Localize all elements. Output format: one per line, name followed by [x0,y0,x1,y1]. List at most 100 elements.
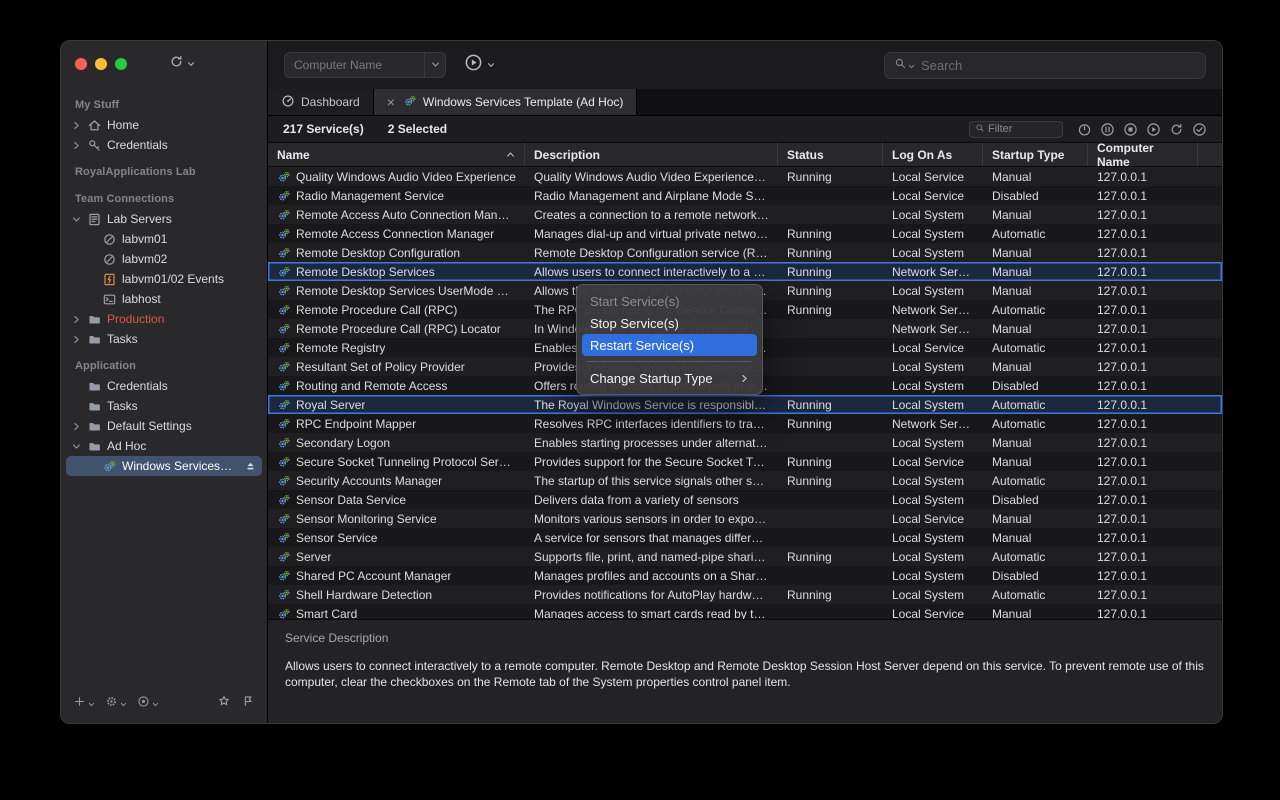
table-row[interactable]: Quality Windows Audio Video ExperienceQu… [268,167,1222,186]
close-window-button[interactable] [75,58,87,70]
zoom-window-button[interactable] [115,58,127,70]
service-logon-cell: Local System [883,376,983,395]
start-button[interactable] [1146,122,1161,137]
sidebar-item-windows-services[interactable]: Windows Services… [66,456,262,476]
chevron-right-icon[interactable] [71,335,82,344]
folder-icon [87,399,102,414]
menu-item-start-service: Start Service(s) [582,290,757,312]
service-description-cell: Creates a connection to a remote network… [525,205,778,224]
minimize-window-button[interactable] [95,58,107,70]
table-row[interactable]: Smart CardManages access to smart cards … [268,604,1222,619]
service-name-cell: Resultant Set of Policy Provider [268,357,525,376]
tab-dashboard[interactable]: Dashboard [268,89,374,115]
row-filler [1198,566,1222,585]
service-computer-cell: 127.0.0.1 [1088,395,1198,414]
row-filler [1198,547,1222,566]
menu-separator [587,361,752,362]
row-filler [1198,338,1222,357]
chevron-right-icon[interactable] [71,121,82,130]
row-filler [1198,490,1222,509]
table-row[interactable]: Remote Desktop ConfigurationRemote Deskt… [268,243,1222,262]
sidebar-item-lab-servers[interactable]: Lab Servers [66,209,262,229]
sidebar-item-tasks[interactable]: Tasks [66,396,262,416]
service-startup-cell: Disabled [983,376,1088,395]
sidebar-item-label: Credentials [107,379,168,393]
settings-button[interactable] [105,695,127,713]
column-header-computer-name[interactable]: Computer Name [1088,143,1198,166]
sidebar-item-default-settings[interactable]: Default Settings [66,416,262,436]
service-gears-icon [277,360,291,374]
service-logon-cell: Local System [883,471,983,490]
menu-item-restart-service[interactable]: Restart Service(s) [582,334,757,356]
stop-button[interactable] [1123,122,1138,137]
sidebar-item-label: labvm01 [122,232,167,246]
menu-item-stop-service[interactable]: Stop Service(s) [582,312,757,334]
table-row[interactable]: Sensor Data ServiceDelivers data from a … [268,490,1222,509]
sidebar-item-ad-hoc[interactable]: Ad Hoc [66,436,262,456]
row-filler [1198,395,1222,414]
chevron-right-icon[interactable] [71,422,82,431]
service-logon-cell: Local System [883,433,983,452]
table-row[interactable]: Remote Access Auto Connection ManagerCre… [268,205,1222,224]
restart-button[interactable] [1169,122,1184,137]
sidebar-item-labvm02[interactable]: labvm02 [66,249,262,269]
table-row[interactable]: Secure Socket Tunneling Protocol Service… [268,452,1222,471]
sidebar-item-labvm01[interactable]: labvm01 [66,229,262,249]
table-row[interactable]: Shared PC Account ManagerManages profile… [268,566,1222,585]
table-row[interactable]: Royal ServerThe Royal Windows Service is… [268,395,1222,414]
service-computer-cell: 127.0.0.1 [1088,262,1198,281]
chevron-right-icon[interactable] [71,315,82,324]
column-header-description[interactable]: Description [525,143,778,166]
table-row[interactable]: RPC Endpoint MapperResolves RPC interfac… [268,414,1222,433]
sidebar-item-production[interactable]: Production [66,309,262,329]
sidebar-item-labvm01-02-events[interactable]: labvm01/02 Events [66,269,262,289]
service-name-cell: Radio Management Service [268,186,525,205]
service-description-cell: The startup of this service signals othe… [525,471,778,490]
chevron-down-icon[interactable] [71,215,82,224]
accounts-button[interactable] [137,695,159,713]
search-input[interactable]: Search [884,52,1206,79]
power-button[interactable] [1077,122,1092,137]
row-filler [1198,262,1222,281]
sidebar-item-credentials[interactable]: Credentials [66,376,262,396]
sidebar-item-home[interactable]: Home [66,115,262,135]
service-name-cell: Quality Windows Audio Video Experience [268,167,525,186]
table-row[interactable]: Remote Access Connection ManagerManages … [268,224,1222,243]
sidebar-item-tasks[interactable]: Tasks [66,329,262,349]
tab-windows-services-template[interactable]: × Windows Services Template (Ad Hoc) [374,89,638,115]
sidebar-item-credentials[interactable]: Credentials [66,135,262,155]
table-row[interactable]: ServerSupports file, print, and named-pi… [268,547,1222,566]
table-row[interactable]: Security Accounts ManagerThe startup of … [268,471,1222,490]
connect-button[interactable] [169,54,195,74]
filter-input[interactable]: Filter [969,121,1063,138]
chevron-right-icon[interactable] [71,141,82,150]
column-header-log-on-as[interactable]: Log On As [883,143,983,166]
eject-icon[interactable] [244,460,257,473]
service-gears-icon [277,512,291,526]
table-row[interactable]: Sensor Monitoring ServiceMonitors variou… [268,509,1222,528]
chevron-down-icon[interactable] [71,442,82,451]
service-gears-icon [277,246,291,260]
column-header-name[interactable]: Name [268,143,525,166]
execute-button[interactable] [464,53,495,77]
table-row[interactable]: Secondary LogonEnables starting processe… [268,433,1222,452]
add-button[interactable] [73,695,95,713]
column-header-startup-type[interactable]: Startup Type [983,143,1088,166]
service-logon-cell: Local System [883,224,983,243]
table-row[interactable]: Radio Management ServiceRadio Management… [268,186,1222,205]
menu-item-change-startup-type[interactable]: Change Startup Type [582,367,757,389]
close-tab-button[interactable]: × [387,95,397,109]
confirm-button[interactable] [1192,122,1207,137]
pause-button[interactable] [1100,122,1115,137]
circle-dot-icon [137,695,150,713]
table-row[interactable]: Shell Hardware DetectionProvides notific… [268,585,1222,604]
sidebar-item-labhost[interactable]: labhost [66,289,262,309]
run-button[interactable] [241,694,255,713]
favorites-button[interactable] [217,694,231,713]
column-header-status[interactable]: Status [778,143,883,166]
combobox-chevron[interactable] [424,53,445,77]
computer-name-combobox[interactable]: Computer Name [284,52,446,78]
table-row[interactable]: Sensor ServiceA service for sensors that… [268,528,1222,547]
folder-icon [87,379,102,394]
table-row[interactable]: Remote Desktop ServicesAllows users to c… [268,262,1222,281]
